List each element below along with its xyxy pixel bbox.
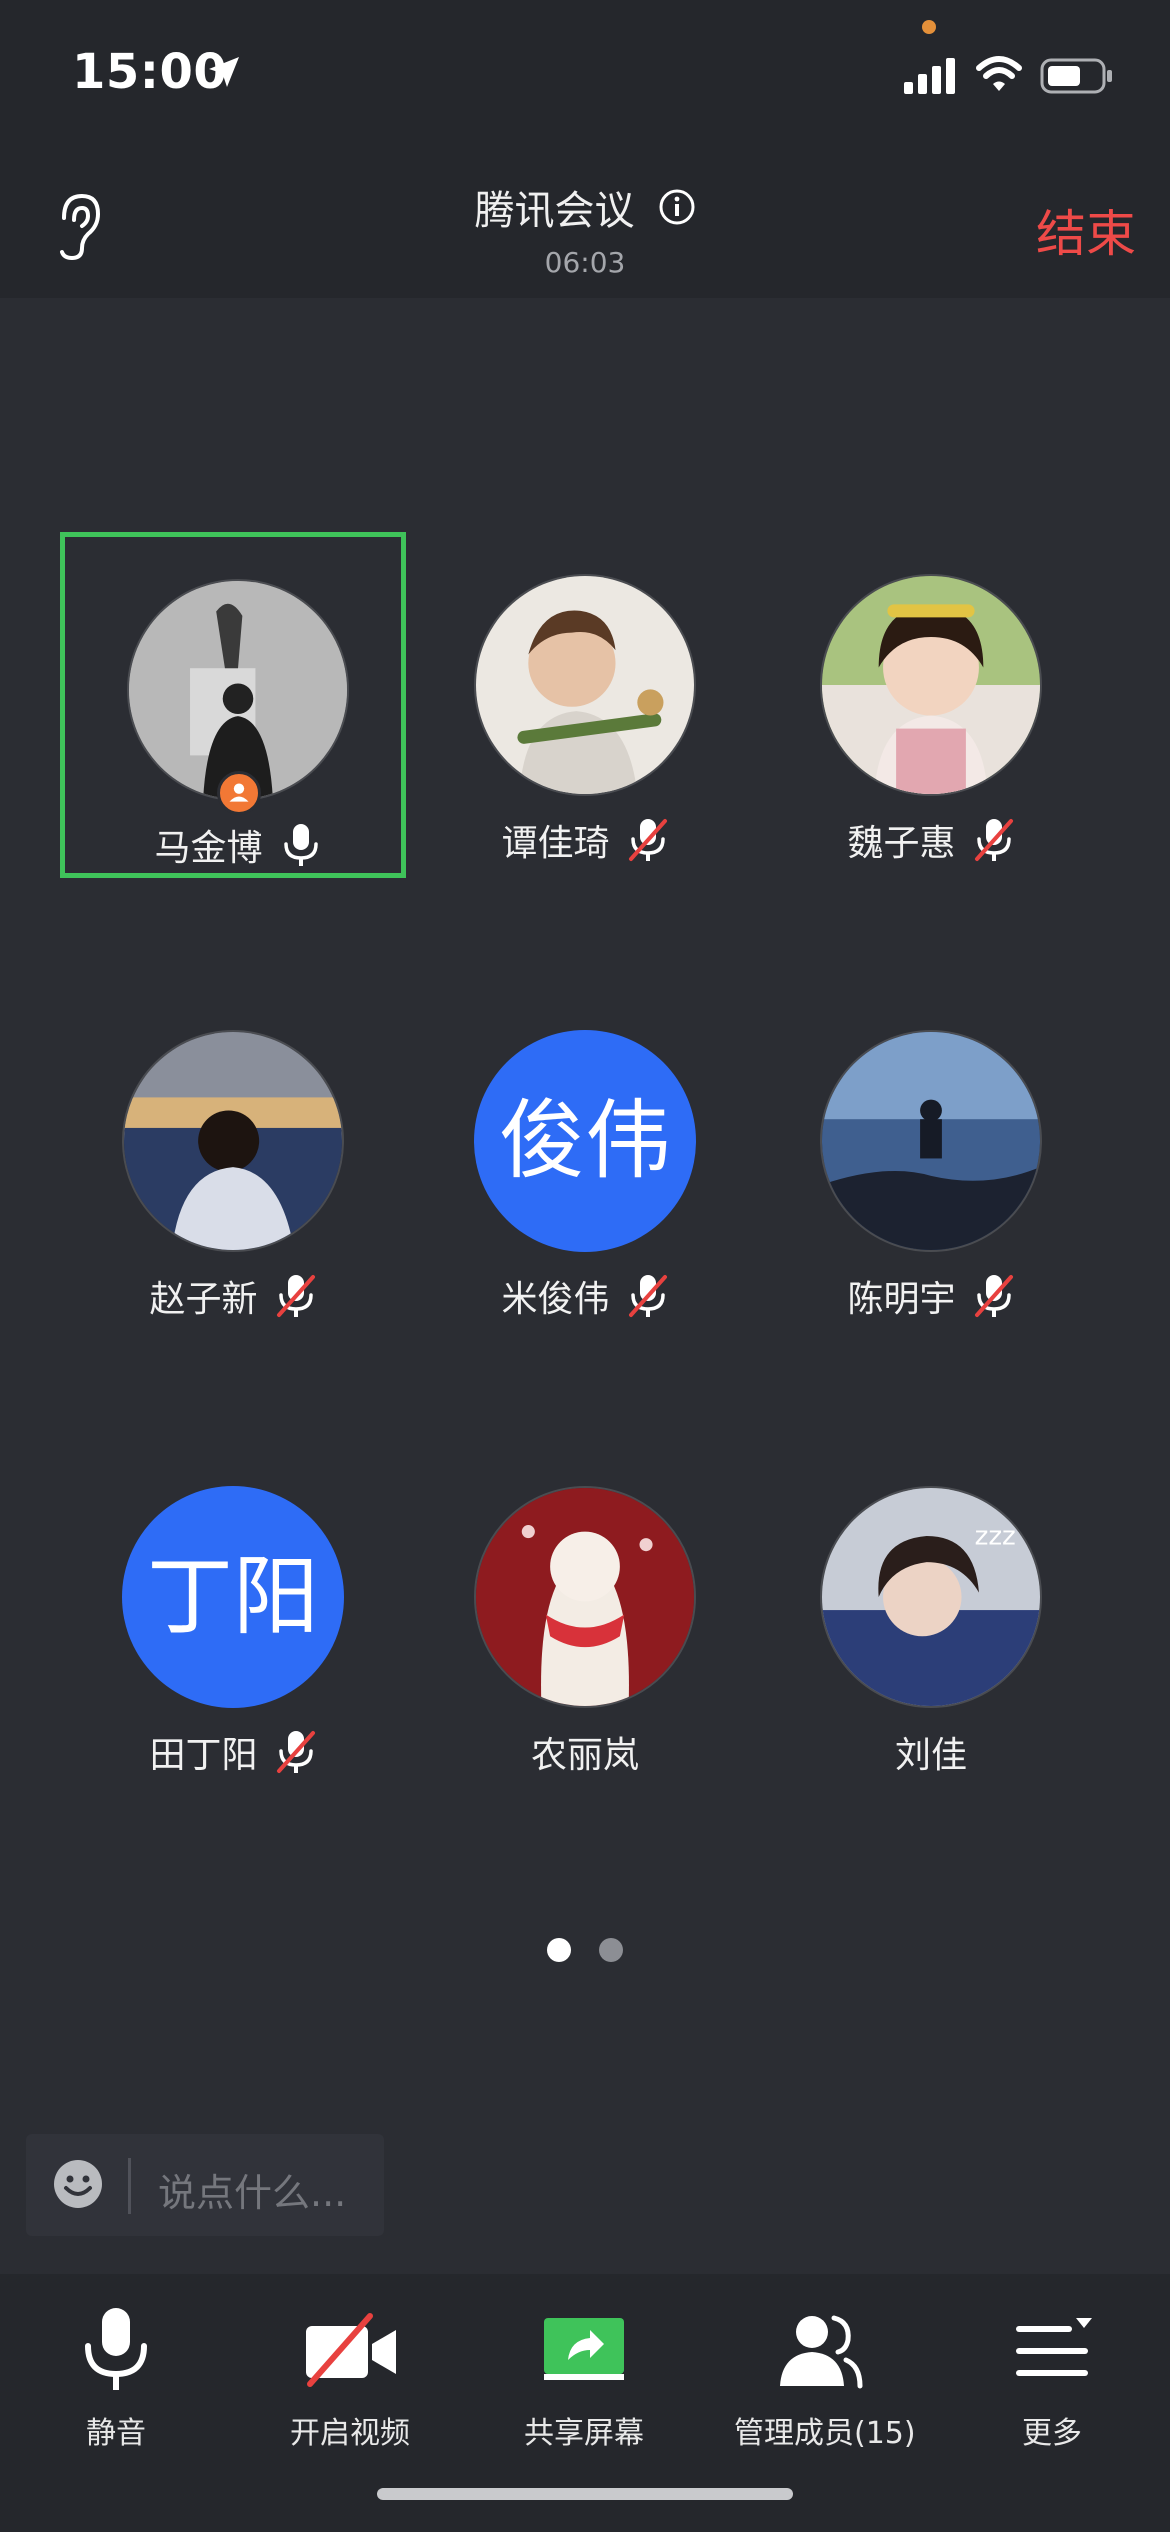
participant-avatar: zzz <box>820 1486 1042 1708</box>
participant-name: 赵子新 <box>149 1279 258 1320</box>
participant-name: 谭佳琦 <box>501 823 610 864</box>
participant-tile[interactable]: 农丽岚 <box>412 1444 758 1790</box>
chat-input[interactable]: 说点什么... <box>26 2134 384 2236</box>
location-arrow-icon <box>209 57 239 87</box>
participant-avatar <box>474 574 696 796</box>
mic-muted-icon <box>974 1275 1013 1317</box>
share-screen-button[interactable]: 共享屏幕 <box>524 2302 644 2452</box>
manage-members-button[interactable]: 管理成员(15) <box>734 2302 916 2452</box>
page-dot-active[interactable] <box>547 1938 571 1962</box>
home-indicator[interactable] <box>377 2488 793 2500</box>
participant-name-row: 赵子新 <box>60 1270 406 1322</box>
mic-muted-icon <box>628 819 667 861</box>
mic-on-icon <box>283 824 318 866</box>
participant-tile[interactable]: 谭佳琦 <box>412 532 758 878</box>
start-video-label: 开启视频 <box>290 2416 410 2451</box>
more-menu-icon <box>1016 2318 1092 2376</box>
participant-name-row: 田丁阳 <box>60 1726 406 1778</box>
participant-tile[interactable]: 马金博 <box>60 532 406 878</box>
battery-icon <box>1040 58 1112 94</box>
share-screen-label: 共享屏幕 <box>524 2416 644 2451</box>
participant-initials-avatar: 丁阳 <box>122 1486 344 1708</box>
more-label: 更多 <box>1022 2416 1082 2451</box>
video-off-icon <box>306 2313 396 2387</box>
participant-avatar <box>820 1030 1042 1252</box>
participant-name: 农丽岚 <box>530 1735 639 1776</box>
participant-name: 魏子惠 <box>847 823 956 864</box>
participant-name-row: 陈明宇 <box>758 1270 1104 1322</box>
host-badge-icon <box>217 771 261 815</box>
participant-avatar <box>122 1030 344 1252</box>
privacy-indicator-dot <box>922 20 936 34</box>
participant-avatar <box>820 574 1042 796</box>
manage-members-label: 管理成员(15) <box>734 2416 916 2451</box>
chat-placeholder: 说点什么... <box>158 2171 347 2215</box>
participant-name-row: 谭佳琦 <box>412 814 758 866</box>
participant-name-row: 农丽岚 <box>412 1726 758 1778</box>
mute-button[interactable]: 静音 <box>66 2302 166 2452</box>
participant-tile[interactable]: 魏子惠 <box>758 532 1104 878</box>
svg-text:zzz: zzz <box>975 1522 1016 1552</box>
participant-name-row: 魏子惠 <box>758 814 1104 866</box>
participant-tile[interactable]: 陈明宇 <box>758 988 1104 1334</box>
participant-tile[interactable]: 俊伟 米俊伟 <box>412 988 758 1334</box>
members-icon <box>780 2315 863 2389</box>
mute-label: 静音 <box>86 2416 146 2451</box>
page-dot[interactable] <box>599 1938 623 1962</box>
meeting-title: 腾讯会议 <box>474 188 635 234</box>
cellular-signal-icon <box>904 58 955 94</box>
participant-name: 田丁阳 <box>149 1735 258 1776</box>
participant-name-row: 马金博 <box>65 819 411 871</box>
mic-muted-icon <box>276 1275 315 1317</box>
participant-name: 陈明宇 <box>847 1279 956 1320</box>
emoji-icon[interactable] <box>52 2158 104 2210</box>
start-video-button[interactable]: 开启视频 <box>290 2302 410 2452</box>
participant-avatar <box>127 579 349 801</box>
wifi-icon <box>976 56 1022 91</box>
participant-initials-avatar: 俊伟 <box>474 1030 696 1252</box>
share-screen-icon <box>544 2318 624 2380</box>
top-bar: 15:00 腾讯会议 06:03 结束 <box>0 0 1170 298</box>
participant-name: 马金博 <box>154 828 263 869</box>
meeting-timer: 06:03 <box>544 246 626 279</box>
participant-avatar <box>474 1486 696 1708</box>
participant-tile[interactable]: zzz 刘佳 <box>758 1444 1104 1790</box>
participant-name-row: 米俊伟 <box>412 1270 758 1322</box>
mic-muted-icon <box>628 1275 667 1317</box>
participant-name-row: 刘佳 <box>758 1726 1104 1778</box>
status-bar: 15:00 <box>0 0 1170 150</box>
more-button[interactable]: 更多 <box>1002 2302 1102 2452</box>
info-icon[interactable] <box>658 188 696 226</box>
end-meeting-button[interactable]: 结束 <box>1036 194 1136 266</box>
status-time: 15:00 <box>72 44 228 100</box>
chat-divider <box>128 2158 131 2214</box>
mic-muted-icon <box>276 1731 315 1773</box>
participant-tile[interactable]: 赵子新 <box>60 988 406 1334</box>
participant-name: 米俊伟 <box>501 1279 610 1320</box>
meeting-title-row: 腾讯会议 <box>0 178 1170 236</box>
participant-name: 刘佳 <box>894 1735 967 1776</box>
participant-tile[interactable]: 丁阳 田丁阳 <box>60 1444 406 1790</box>
microphone-icon <box>85 2308 147 2390</box>
mic-muted-icon <box>974 819 1013 861</box>
